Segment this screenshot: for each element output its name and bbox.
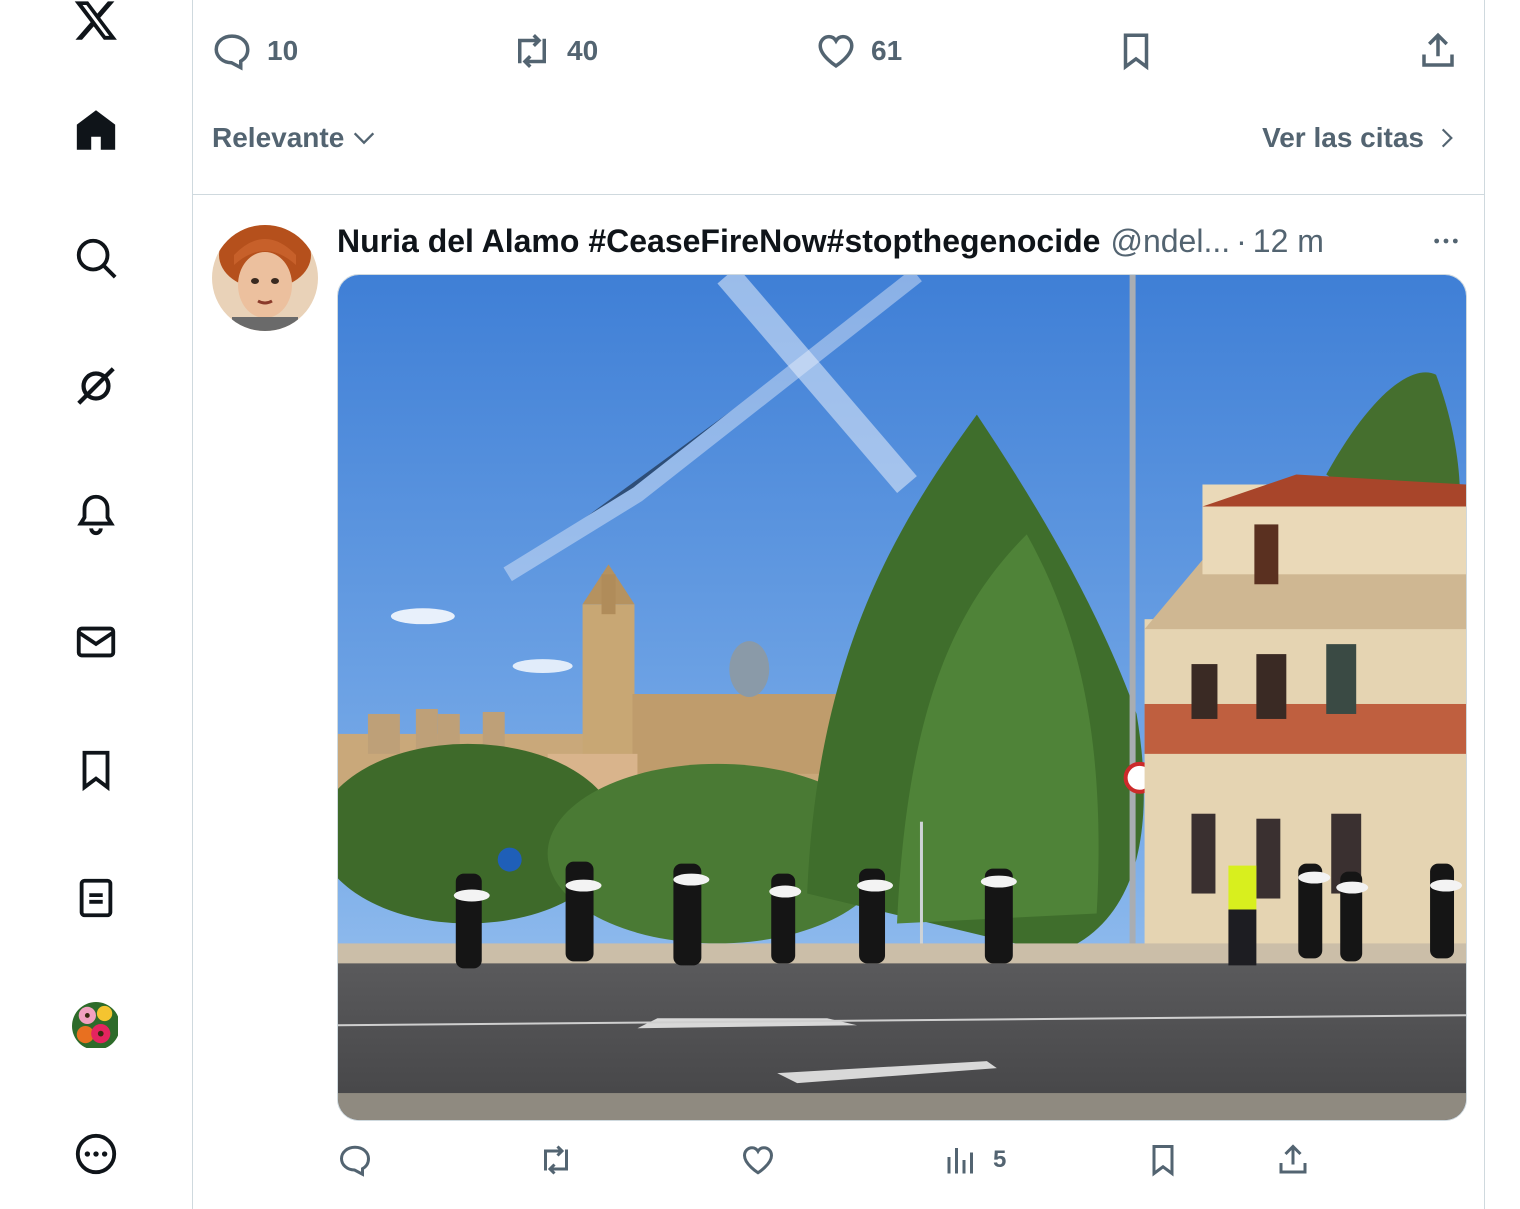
profile-avatar[interactable] bbox=[64, 994, 128, 1058]
tweet-timestamp[interactable]: 12 m bbox=[1253, 223, 1324, 260]
share-icon bbox=[1279, 1144, 1307, 1174]
view-count: 5 bbox=[993, 1146, 1007, 1173]
street-protest-photo bbox=[338, 275, 1466, 1120]
bookmarks-icon[interactable] bbox=[64, 738, 128, 802]
sort-replies-dropdown[interactable]: Relevante bbox=[212, 122, 378, 154]
like-button[interactable]: 61 bbox=[815, 30, 902, 72]
repost-icon bbox=[544, 1145, 568, 1175]
flower-avatar-image bbox=[72, 1002, 120, 1050]
share-icon bbox=[1422, 32, 1454, 67]
sort-label: Relevante bbox=[212, 122, 345, 153]
lists-icon[interactable] bbox=[64, 866, 128, 930]
like-count: 61 bbox=[871, 35, 903, 66]
messages-envelope-icon[interactable] bbox=[64, 610, 128, 674]
tweet-photo[interactable] bbox=[337, 274, 1467, 1121]
view-quotes-label: Ver las citas bbox=[1262, 122, 1424, 153]
search-icon[interactable] bbox=[64, 226, 128, 290]
grok-icon[interactable] bbox=[64, 354, 128, 418]
reply-tweet-action-bar: 5 bbox=[193, 1133, 1484, 1187]
main-post-action-bar: 10 40 61 bbox=[193, 22, 1484, 80]
reply-icon bbox=[214, 34, 250, 71]
reply-tweet[interactable]: Nuria del Alamo #CeaseFireNow#stopthegen… bbox=[193, 195, 1484, 1209]
author-handle[interactable]: @ndel... bbox=[1110, 223, 1230, 260]
chevron-down-icon bbox=[354, 132, 375, 145]
tweet-like-button[interactable] bbox=[740, 1142, 776, 1178]
reply-icon bbox=[339, 1145, 371, 1177]
author-display-name[interactable]: Nuria del Alamo #CeaseFireNow#stopthegen… bbox=[337, 223, 1100, 260]
repost-button[interactable]: 40 bbox=[511, 30, 598, 72]
bookmark-icon bbox=[1123, 33, 1149, 71]
chevron-right-icon bbox=[1441, 128, 1453, 148]
tweet-repost-button[interactable] bbox=[538, 1142, 574, 1178]
separator-dot: · bbox=[1236, 222, 1247, 259]
reply-count: 10 bbox=[267, 35, 299, 66]
share-button[interactable] bbox=[1417, 30, 1459, 72]
main-timeline-column: 10 40 61 Relevante Ver las citas Nuria d… bbox=[192, 0, 1485, 1209]
tweet-views-button[interactable]: 5 bbox=[943, 1142, 1006, 1178]
tweet-share-button[interactable] bbox=[1275, 1142, 1311, 1178]
tweet-more-button[interactable] bbox=[1426, 225, 1466, 257]
view-quotes-link[interactable]: Ver las citas bbox=[1262, 122, 1460, 154]
more-dots-icon bbox=[1434, 238, 1458, 244]
repost-icon bbox=[518, 34, 546, 68]
tweet-bookmark-button[interactable] bbox=[1145, 1142, 1181, 1178]
notifications-bell-icon[interactable] bbox=[64, 482, 128, 546]
more-circle-icon[interactable] bbox=[64, 1122, 128, 1186]
bookmark-button[interactable] bbox=[1115, 30, 1157, 72]
left-navigation bbox=[0, 0, 192, 1209]
repost-count: 40 bbox=[567, 35, 599, 66]
analytics-bars-icon bbox=[947, 1148, 973, 1174]
bookmark-icon bbox=[1152, 1145, 1174, 1177]
replies-filter-row: Relevante Ver las citas bbox=[193, 112, 1484, 170]
heart-icon bbox=[818, 34, 854, 68]
tweet-header: Nuria del Alamo #CeaseFireNow#stopthegen… bbox=[337, 219, 1466, 263]
tweet-author-avatar[interactable] bbox=[212, 225, 318, 331]
reply-button[interactable]: 10 bbox=[211, 30, 298, 72]
x-logo-icon[interactable] bbox=[64, 0, 128, 52]
home-icon[interactable] bbox=[64, 98, 128, 162]
tweet-reply-button[interactable] bbox=[337, 1142, 373, 1178]
heart-icon bbox=[742, 1146, 774, 1175]
